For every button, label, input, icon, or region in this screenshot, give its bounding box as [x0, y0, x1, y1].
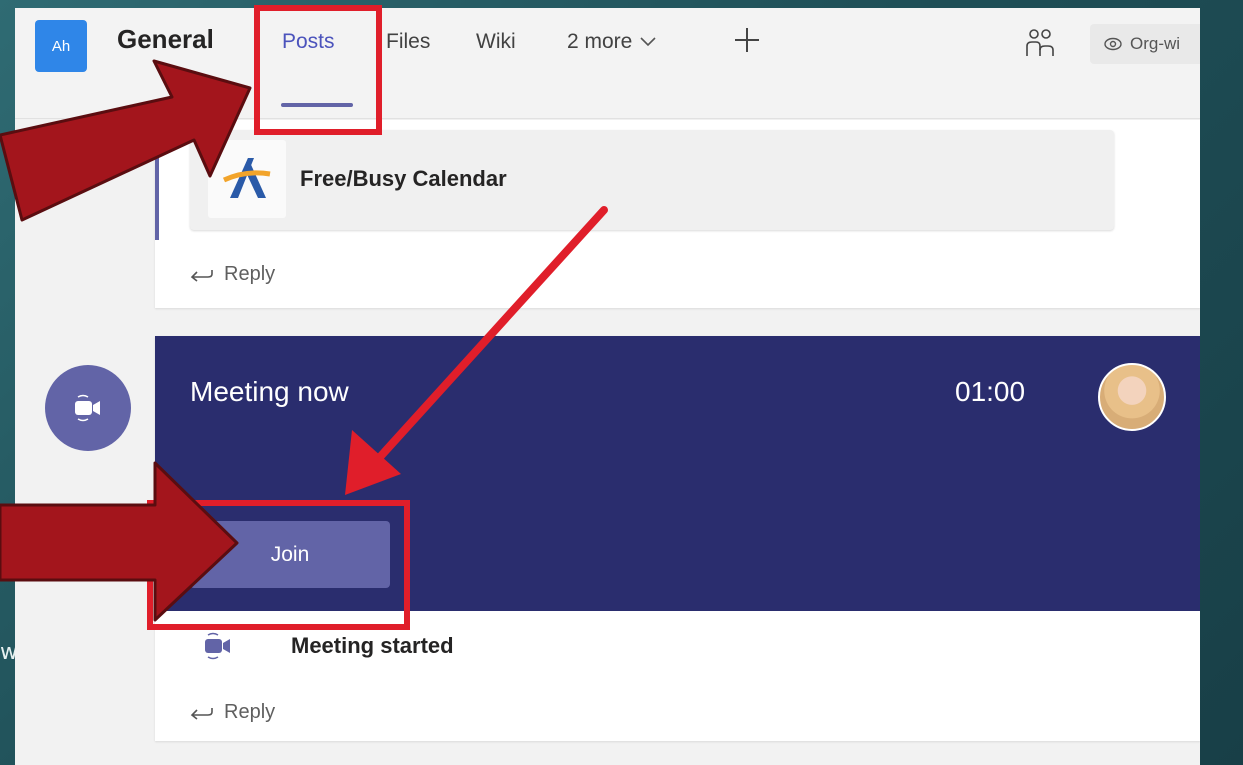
meeting-card: Meeting now 01:00 Join Meeting started R…	[155, 336, 1200, 741]
meeting-title: Meeting now	[190, 376, 349, 407]
app-logo	[208, 140, 286, 218]
meeting-banner: Meeting now 01:00 Join	[155, 336, 1200, 611]
meeting-reply-button[interactable]: Reply	[190, 701, 275, 724]
org-wide-label: Org-wi	[1130, 34, 1181, 53]
post-card-app: Free/Busy Calendar Reply	[155, 120, 1200, 308]
reply-label: Reply	[224, 263, 276, 285]
tab-more-label: 2 more	[567, 30, 633, 53]
meeting-status: Meeting started	[291, 633, 454, 658]
app-card-title: Free/Busy Calendar	[300, 166, 507, 191]
tab-more[interactable]: 2 more	[567, 30, 656, 54]
channel-title: General	[117, 24, 214, 54]
tab-posts[interactable]: Posts	[282, 30, 335, 54]
reply-icon	[190, 707, 213, 720]
app-card[interactable]: Free/Busy Calendar	[190, 130, 1114, 230]
reply-button[interactable]: Reply	[190, 263, 275, 286]
people-icon[interactable]	[1023, 26, 1057, 60]
meeting-avatar	[45, 365, 131, 451]
org-wide-badge[interactable]: Org-wi	[1090, 24, 1200, 64]
chevron-down-icon	[640, 37, 656, 47]
active-tab-indicator	[281, 103, 353, 107]
video-camera-icon	[75, 394, 100, 422]
tab-wiki[interactable]: Wiki	[476, 30, 516, 54]
join-button[interactable]: Join	[190, 521, 390, 588]
meeting-timer: 01:00	[955, 376, 1026, 407]
post-accent-bar	[155, 120, 159, 240]
tab-files[interactable]: Files	[386, 30, 430, 54]
teams-window: Ah General Posts Files Wiki 2 more Org-w…	[15, 8, 1200, 765]
team-avatar[interactable]: Ah	[35, 20, 87, 72]
organizer-avatar[interactable]	[1098, 363, 1166, 431]
plus-icon[interactable]	[733, 26, 761, 62]
meeting-reply-label: Reply	[224, 701, 276, 723]
reply-icon	[190, 269, 213, 282]
meeting-status-row: Meeting started	[200, 631, 454, 661]
eye-icon	[1104, 37, 1122, 51]
channel-header: Ah General Posts Files Wiki 2 more Org-w…	[15, 8, 1200, 119]
video-camera-icon	[205, 632, 230, 660]
